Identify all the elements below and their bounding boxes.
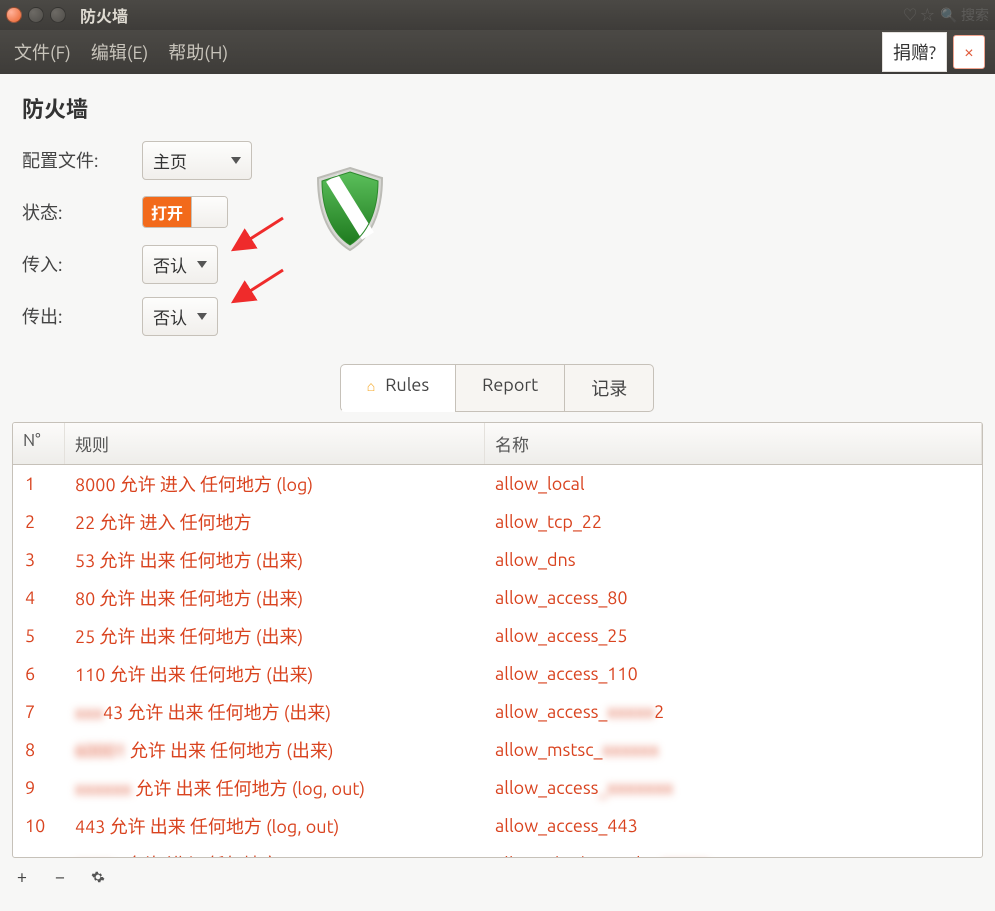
col-number[interactable]: N° [13, 423, 65, 464]
window-close-button[interactable] [6, 7, 22, 23]
table-row[interactable]: 353 允许 出来 任何地方 (出来)allow_dns [13, 541, 982, 579]
cell-rule: 110 允许 出来 任何地方 (出来) [65, 661, 485, 687]
table-row[interactable]: 9xxxxxx 允许 出来 任何地方 (log, out)allow_acces… [13, 769, 982, 807]
cell-number: 3 [13, 550, 65, 570]
cell-number: 2 [13, 512, 65, 532]
table-body[interactable]: 18000 允许 进入 任何地方 (log)allow_local222 允许 … [13, 465, 982, 857]
table-row[interactable]: 480 允许 出来 任何地方 (出来)allow_access_80 [13, 579, 982, 617]
cell-rule: xxxxxx 允许 出来 任何地方 (log, out) [65, 775, 485, 801]
col-rule[interactable]: 规则 [65, 423, 485, 464]
panel-close-button[interactable]: × [953, 35, 985, 69]
window-minimize-button[interactable] [28, 7, 44, 23]
cell-rule: 443 允许 出来 任何地方 (log, out) [65, 813, 485, 839]
menu-file[interactable]: 文件(F) [4, 35, 81, 69]
tab-bar: ⌂ Rules Report 记录 [0, 364, 995, 412]
table-row[interactable]: 6110 允许 出来 任何地方 (出来)allow_access_110 [13, 655, 982, 693]
add-rule-button[interactable]: + [12, 867, 32, 887]
cell-rule: 80 允许 出来 任何地方 (出来) [65, 585, 485, 611]
cell-rule: 60001 允许 出来 任何地方 (出来) [65, 737, 485, 763]
cell-name: allow_access_25 [485, 626, 982, 646]
gear-icon [91, 870, 105, 884]
cell-rule: 22 允许 进入 任何地方 [65, 509, 485, 535]
bottom-toolbar: + − [12, 867, 108, 887]
cell-name: allow_access_xxxxx2 [485, 702, 982, 722]
table-row[interactable]: 7xxx43 允许 出来 任何地方 (出来)allow_access_xxxxx… [13, 693, 982, 731]
search-icon: 🔍 搜索 [940, 5, 989, 25]
cell-name: allow_access_110 [485, 664, 982, 684]
menu-edit[interactable]: 编辑(E) [81, 35, 158, 69]
tab-rules-label: Rules [385, 375, 429, 395]
cell-name: allow_tcp_22 [485, 512, 982, 532]
cell-rule: 25 允许 出来 任何地方 (出来) [65, 623, 485, 649]
shield-icon [310, 164, 390, 258]
cell-rule: xxx43 允许 出来 任何地方 (出来) [65, 699, 485, 725]
outgoing-value: 否认 [153, 304, 187, 329]
cell-name: allow_access_80 [485, 588, 982, 608]
cell-number: 1 [13, 474, 65, 494]
table-row[interactable]: 860001 允许 出来 任何地方 (出来)allow_mstsc_xxxxxx [13, 731, 982, 769]
cell-name: allow_access_443 [485, 816, 982, 836]
status-toggle[interactable]: 打开 [142, 196, 228, 228]
menu-help[interactable]: 帮助(H) [158, 35, 238, 69]
cell-number: 4 [13, 588, 65, 608]
cell-name: allow_dns [485, 550, 982, 570]
tab-report[interactable]: Report [455, 364, 565, 412]
chevron-down-icon [197, 261, 207, 268]
status-toggle-knob [191, 197, 227, 227]
status-label: 状态: [22, 199, 142, 225]
table-row[interactable]: 11xxxx4 允许 进入 任何地方allow_shadowsocks_xxxx… [13, 845, 982, 857]
donate-button[interactable]: 捐赠? [882, 32, 947, 72]
cell-rule: 8000 允许 进入 任何地方 (log) [65, 471, 485, 497]
table-row[interactable]: 222 允许 进入 任何地方allow_tcp_22 [13, 503, 982, 541]
outgoing-dropdown[interactable]: 否认 [142, 297, 218, 336]
profile-value: 主页 [153, 148, 187, 173]
window-titlebar: 防火墙 ♡ ☆ 🔍 搜索 [0, 0, 995, 30]
cell-rule: xxxx4 允许 进入 任何地方 [65, 851, 485, 857]
cell-number: 10 [13, 816, 65, 836]
cell-rule: 53 允许 出来 任何地方 (出来) [65, 547, 485, 573]
window-maximize-button[interactable] [50, 7, 66, 23]
profile-dropdown[interactable]: 主页 [142, 141, 252, 180]
page-title: 防火墙 [0, 74, 995, 134]
status-toggle-on-label: 打开 [143, 197, 191, 227]
rules-table: N° 规则 名称 18000 允许 进入 任何地方 (log)allow_loc… [12, 422, 983, 858]
profile-label: 配置文件: [22, 147, 142, 173]
table-row[interactable]: 10443 允许 出来 任何地方 (log, out)allow_access_… [13, 807, 982, 845]
cell-number: 5 [13, 626, 65, 646]
outgoing-label: 传出: [22, 303, 142, 329]
cell-number: 8 [13, 740, 65, 760]
settings-panel: 配置文件: 主页 状态: 打开 传入: 否认 传出: 否认 [0, 134, 995, 356]
table-row[interactable]: 525 允许 出来 任何地方 (出来)allow_access_25 [13, 617, 982, 655]
tab-rules[interactable]: ⌂ Rules [340, 364, 456, 412]
cell-name: allow_local [485, 474, 982, 494]
cell-number: 6 [13, 664, 65, 684]
cell-number: 7 [13, 702, 65, 722]
settings-button[interactable] [88, 867, 108, 887]
cell-name: allow_mstsc_xxxxxx [485, 740, 982, 760]
cell-name: allow_access_xxxxxxx [485, 778, 982, 798]
table-row[interactable]: 18000 允许 进入 任何地方 (log)allow_local [13, 465, 982, 503]
cell-number: 11 [13, 854, 65, 857]
home-icon: ⌂ [367, 378, 375, 394]
remove-rule-button[interactable]: − [50, 867, 70, 887]
col-name[interactable]: 名称 [485, 423, 982, 464]
incoming-value: 否认 [153, 252, 187, 277]
tab-log[interactable]: 记录 [564, 364, 654, 412]
window-title: 防火墙 [80, 3, 128, 27]
incoming-dropdown[interactable]: 否认 [142, 245, 218, 284]
bookmark-icon: ♡ ☆ [903, 5, 934, 25]
cell-number: 9 [13, 778, 65, 798]
chevron-down-icon [231, 157, 241, 164]
table-header: N° 规则 名称 [13, 423, 982, 465]
incoming-label: 传入: [22, 251, 142, 277]
menubar: 文件(F) 编辑(E) 帮助(H) 捐赠? × [0, 30, 995, 74]
titlebar-right-area: ♡ ☆ 🔍 搜索 [903, 5, 989, 25]
cell-name: allow_shadowsocks_xxxxx. [485, 854, 982, 857]
chevron-down-icon [197, 313, 207, 320]
